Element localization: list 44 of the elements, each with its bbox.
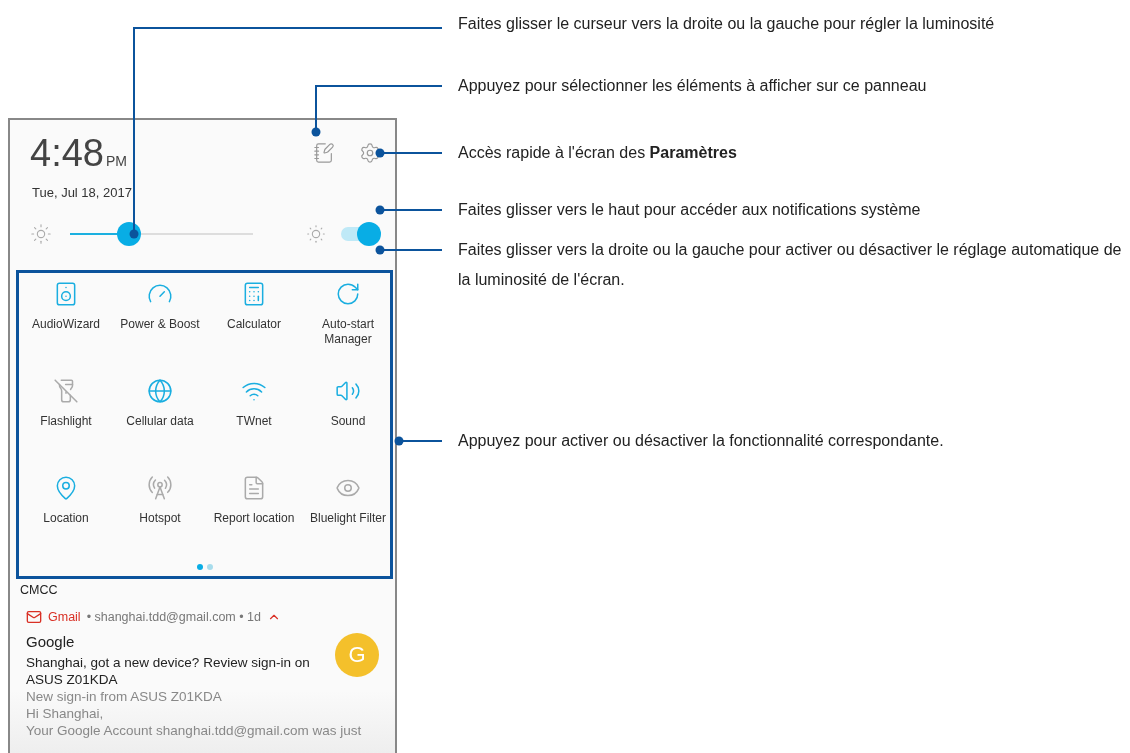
quick-setting-tile[interactable]: Location [19, 467, 113, 564]
clock-time: 4:48 [30, 132, 104, 175]
callout-text: Faites glisser vers la droite ou la gauche pour activer ou désactiver le réglage automatique de la luminosité de l'écran. [458, 240, 1123, 290]
quick-setting-tile[interactable]: AudioWizard [19, 273, 113, 370]
avatar: G [335, 633, 379, 677]
settings-icon[interactable] [359, 142, 381, 164]
callout-text: Faites glisser vers le haut pour accéder aux notifications système [458, 200, 921, 220]
quick-setting-tile[interactable]: Auto-start Manager [301, 273, 395, 370]
page-dot[interactable] [206, 564, 213, 570]
callout-text: Appuyez pour sélectionner les éléments à afficher sur ce panneau [458, 76, 927, 96]
quick-setting-tile[interactable]: Sound [301, 370, 395, 467]
date-text: Tue, Jul 18, 2017 [31, 184, 133, 200]
callout-text: Accès rapide à l'écran des Paramètres [458, 143, 737, 163]
callout-text: Appuyez pour activer ou désactiver la fonctionnalité correspondante. [458, 431, 944, 451]
notification-title: Google [26, 633, 76, 650]
notification-subject: Shanghai, got a new device? Review sign-in on ASUS Z01KDA [26, 654, 311, 688]
leader-line [394, 436, 443, 446]
brightness-icon [30, 223, 52, 245]
page-dot[interactable] [196, 564, 203, 570]
notification-meta: • shanghai.tdd@gmail.com • 1d [86, 610, 261, 624]
notification-text: Hi Shanghai, [26, 705, 105, 722]
quick-setting-tile[interactable]: Power & Boost [113, 273, 207, 370]
rotate-icon [335, 281, 361, 307]
quick-setting-tile[interactable]: Hotspot [113, 467, 207, 564]
clock-ampm: PM [105, 153, 127, 169]
quick-setting-tile[interactable]: TWnet [207, 370, 301, 467]
carrier-name: CMCC [19, 582, 59, 597]
quick-setting-tile[interactable]: Calculator [207, 273, 301, 370]
auto-brightness-toggle[interactable] [341, 222, 381, 246]
auto-brightness-icon [305, 223, 327, 245]
globe-icon [147, 378, 173, 404]
flashlight-off-icon [53, 378, 79, 404]
quick-setting-tile[interactable]: Cellular data [113, 370, 207, 467]
quick-setting-tile[interactable]: Flashlight [19, 370, 113, 467]
radio-tower-icon [147, 475, 173, 501]
edit-list-icon[interactable] [313, 142, 335, 164]
quick-setting-tile[interactable]: Report location [207, 467, 301, 564]
mail-icon [26, 609, 42, 625]
app-name: Gmail [48, 610, 81, 624]
callout-text: Faites glisser le curseur vers la droite ou la gauche pour régler la luminosité [458, 14, 995, 34]
leader-line [375, 245, 443, 255]
notification-text: Your Google Account shanghai.tdd@gmail.com was just [26, 722, 363, 739]
notification-text: New sign-in from ASUS Z01KDA [26, 688, 223, 705]
quick-setting-tile[interactable]: Bluelight Filter [301, 467, 395, 564]
